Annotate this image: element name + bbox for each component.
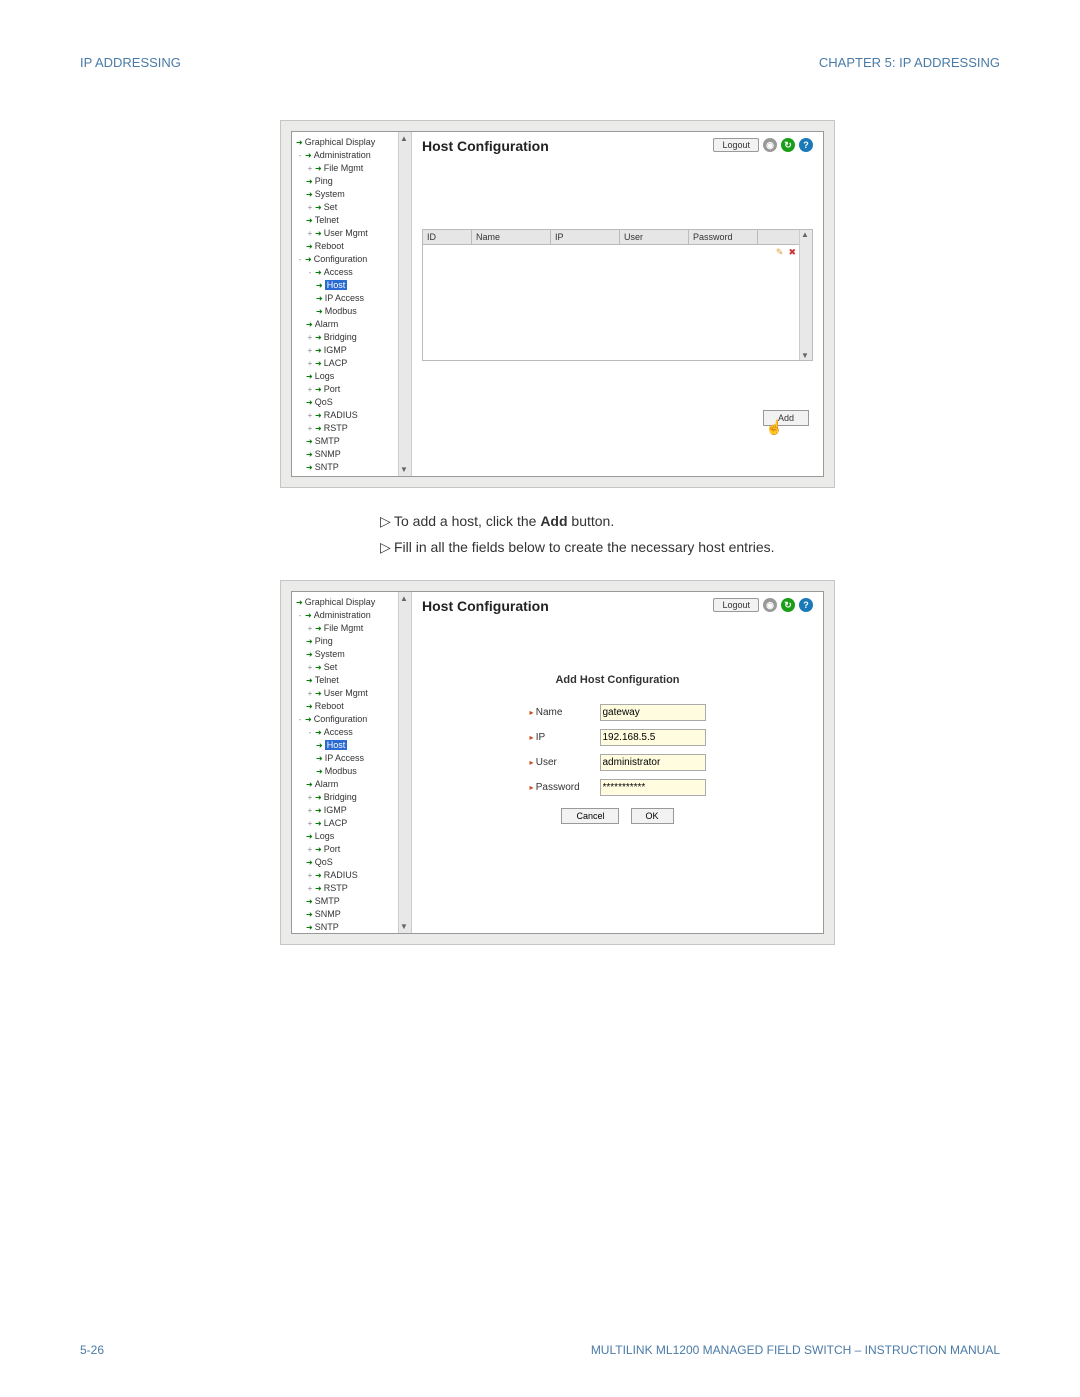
tree-item[interactable]: -➜Access — [296, 266, 411, 279]
tree-item[interactable]: ➜SMTP — [296, 895, 411, 908]
col-ip: IP — [551, 230, 620, 244]
tree-item[interactable]: -➜Access — [296, 726, 411, 739]
ok-button[interactable]: OK — [631, 808, 674, 824]
header-right: CHAPTER 5: IP ADDRESSING — [819, 55, 1000, 70]
tree-item[interactable]: +➜RADIUS — [296, 409, 411, 422]
tree-item[interactable]: ➜SNTP — [296, 921, 411, 933]
tree-item[interactable]: +➜User Mgmt — [296, 687, 411, 700]
tree-item[interactable]: ➜Ping — [296, 635, 411, 648]
col-user: User — [620, 230, 689, 244]
tree-item[interactable]: -➜Administration — [296, 149, 411, 162]
tree-item[interactable]: ➜Alarm — [296, 318, 411, 331]
instructions: ▷To add a host, click the Add button. ▷F… — [380, 508, 1000, 560]
tree-item[interactable]: +➜Port — [296, 383, 411, 396]
tree-item[interactable]: +➜Set — [296, 661, 411, 674]
nav-tree: ➜Graphical Display-➜Administration+➜File… — [292, 592, 412, 933]
tree-item[interactable]: +➜File Mgmt — [296, 162, 411, 175]
tree-item[interactable]: ➜IP Access — [296, 292, 411, 305]
tree-scrollbar[interactable] — [398, 592, 411, 933]
save-icon[interactable]: ◉ — [763, 598, 777, 612]
tree-item[interactable]: +➜Statistics — [296, 474, 411, 476]
edit-icon[interactable]: ✎ — [776, 247, 784, 257]
tree-item[interactable]: ➜QoS — [296, 856, 411, 869]
tree-item[interactable]: ➜Ping — [296, 175, 411, 188]
logout-button[interactable]: Logout — [713, 138, 759, 152]
tree-item[interactable]: ➜System — [296, 188, 411, 201]
tree-item[interactable]: +➜RSTP — [296, 422, 411, 435]
screenshot-2: ➜Graphical Display-➜Administration+➜File… — [280, 580, 835, 945]
tree-item[interactable]: ➜QoS — [296, 396, 411, 409]
tree-item[interactable]: +➜RADIUS — [296, 869, 411, 882]
tree-item[interactable]: +➜Set — [296, 201, 411, 214]
tree-scrollbar[interactable] — [398, 132, 411, 476]
refresh-icon[interactable]: ↻ — [781, 598, 795, 612]
host-table: ID Name IP User Password ✎ ✖ — [422, 229, 813, 361]
tree-item[interactable]: ➜Alarm — [296, 778, 411, 791]
ip-label: IP — [530, 732, 600, 743]
tree-item[interactable]: ➜SMTP — [296, 435, 411, 448]
tree-item[interactable]: +➜LACP — [296, 817, 411, 830]
user-input[interactable] — [600, 754, 706, 771]
tree-item[interactable]: ➜IP Access — [296, 752, 411, 765]
tree-item[interactable]: +➜IGMP — [296, 804, 411, 817]
refresh-icon[interactable]: ↻ — [781, 138, 795, 152]
tree-item[interactable]: +➜LACP — [296, 357, 411, 370]
help-icon[interactable]: ? — [799, 138, 813, 152]
tree-item[interactable]: ➜Reboot — [296, 700, 411, 713]
tree-item[interactable]: +➜RSTP — [296, 882, 411, 895]
tree-item[interactable]: ➜Telnet — [296, 674, 411, 687]
user-label: User — [530, 757, 600, 768]
screenshot-1: ➜Graphical Display-➜Administration+➜File… — [280, 120, 835, 488]
tree-item[interactable]: ➜Logs — [296, 830, 411, 843]
logout-button[interactable]: Logout — [713, 598, 759, 612]
footer-title: MULTILINK ML1200 MANAGED FIELD SWITCH – … — [591, 1343, 1000, 1357]
tree-item[interactable]: -➜Configuration — [296, 253, 411, 266]
cancel-button[interactable]: Cancel — [561, 808, 619, 824]
tree-item[interactable]: -➜Configuration — [296, 713, 411, 726]
table-scrollbar[interactable] — [799, 230, 812, 360]
save-icon[interactable]: ◉ — [763, 138, 777, 152]
name-label: Name — [530, 707, 600, 718]
tree-item[interactable]: ➜SNMP — [296, 908, 411, 921]
delete-icon[interactable]: ✖ — [788, 247, 796, 257]
tree-item[interactable]: ➜Reboot — [296, 240, 411, 253]
tree-item[interactable]: ➜SNTP — [296, 461, 411, 474]
tree-item[interactable]: ➜SNMP — [296, 448, 411, 461]
cursor-icon: ☝ — [766, 419, 783, 436]
col-name: Name — [472, 230, 551, 244]
tree-item[interactable]: ➜Telnet — [296, 214, 411, 227]
tree-item[interactable]: ➜Host — [296, 739, 411, 752]
ip-input[interactable] — [600, 729, 706, 746]
password-input[interactable] — [600, 779, 706, 796]
tree-item[interactable]: +➜User Mgmt — [296, 227, 411, 240]
tree-item[interactable]: ➜Graphical Display — [296, 596, 411, 609]
name-input[interactable] — [600, 704, 706, 721]
nav-tree: ➜Graphical Display-➜Administration+➜File… — [292, 132, 412, 476]
form-title: Add Host Configuration — [422, 674, 813, 686]
col-password: Password — [689, 230, 758, 244]
page-number: 5-26 — [80, 1343, 104, 1357]
tree-item[interactable]: +➜Port — [296, 843, 411, 856]
help-icon[interactable]: ? — [799, 598, 813, 612]
tree-item[interactable]: ➜Modbus — [296, 765, 411, 778]
tree-item[interactable]: ➜Graphical Display — [296, 136, 411, 149]
tree-item[interactable]: +➜Bridging — [296, 791, 411, 804]
tree-item[interactable]: ➜Modbus — [296, 305, 411, 318]
tree-item[interactable]: ➜Host — [296, 279, 411, 292]
table-row: ✎ ✖ — [423, 245, 812, 260]
tree-item[interactable]: ➜Logs — [296, 370, 411, 383]
col-id: ID — [423, 230, 472, 244]
tree-item[interactable]: -➜Administration — [296, 609, 411, 622]
password-label: Password — [530, 782, 600, 793]
tree-item[interactable]: +➜File Mgmt — [296, 622, 411, 635]
header-left: IP ADDRESSING — [80, 55, 181, 70]
tree-item[interactable]: +➜IGMP — [296, 344, 411, 357]
tree-item[interactable]: +➜Bridging — [296, 331, 411, 344]
tree-item[interactable]: ➜System — [296, 648, 411, 661]
